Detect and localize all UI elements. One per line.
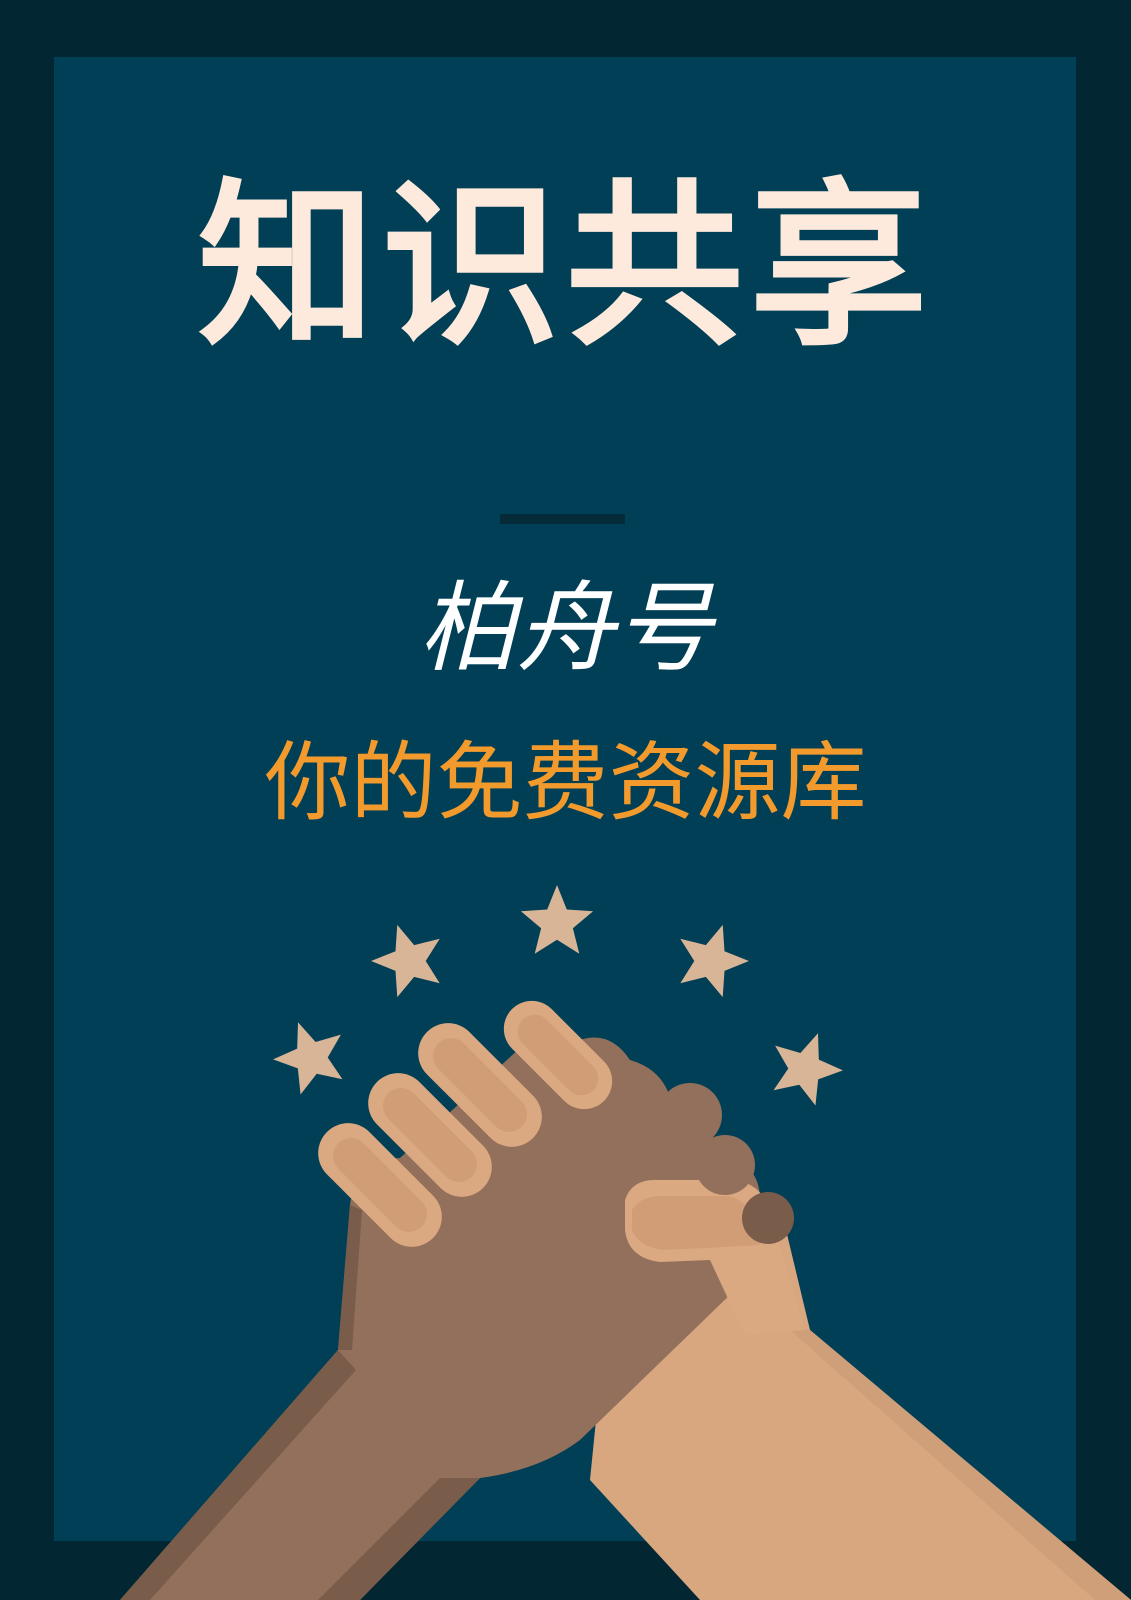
illustration (120, 885, 1131, 1600)
star-icon (760, 1020, 852, 1111)
poster: 知识共享 柏舟号 你的免费资源库 (0, 0, 1131, 1600)
handshake-icon (120, 1000, 1131, 1600)
star-icon (520, 885, 594, 954)
star-icon (362, 913, 453, 1002)
star-icon (667, 913, 758, 1002)
star-icon (264, 1009, 356, 1100)
